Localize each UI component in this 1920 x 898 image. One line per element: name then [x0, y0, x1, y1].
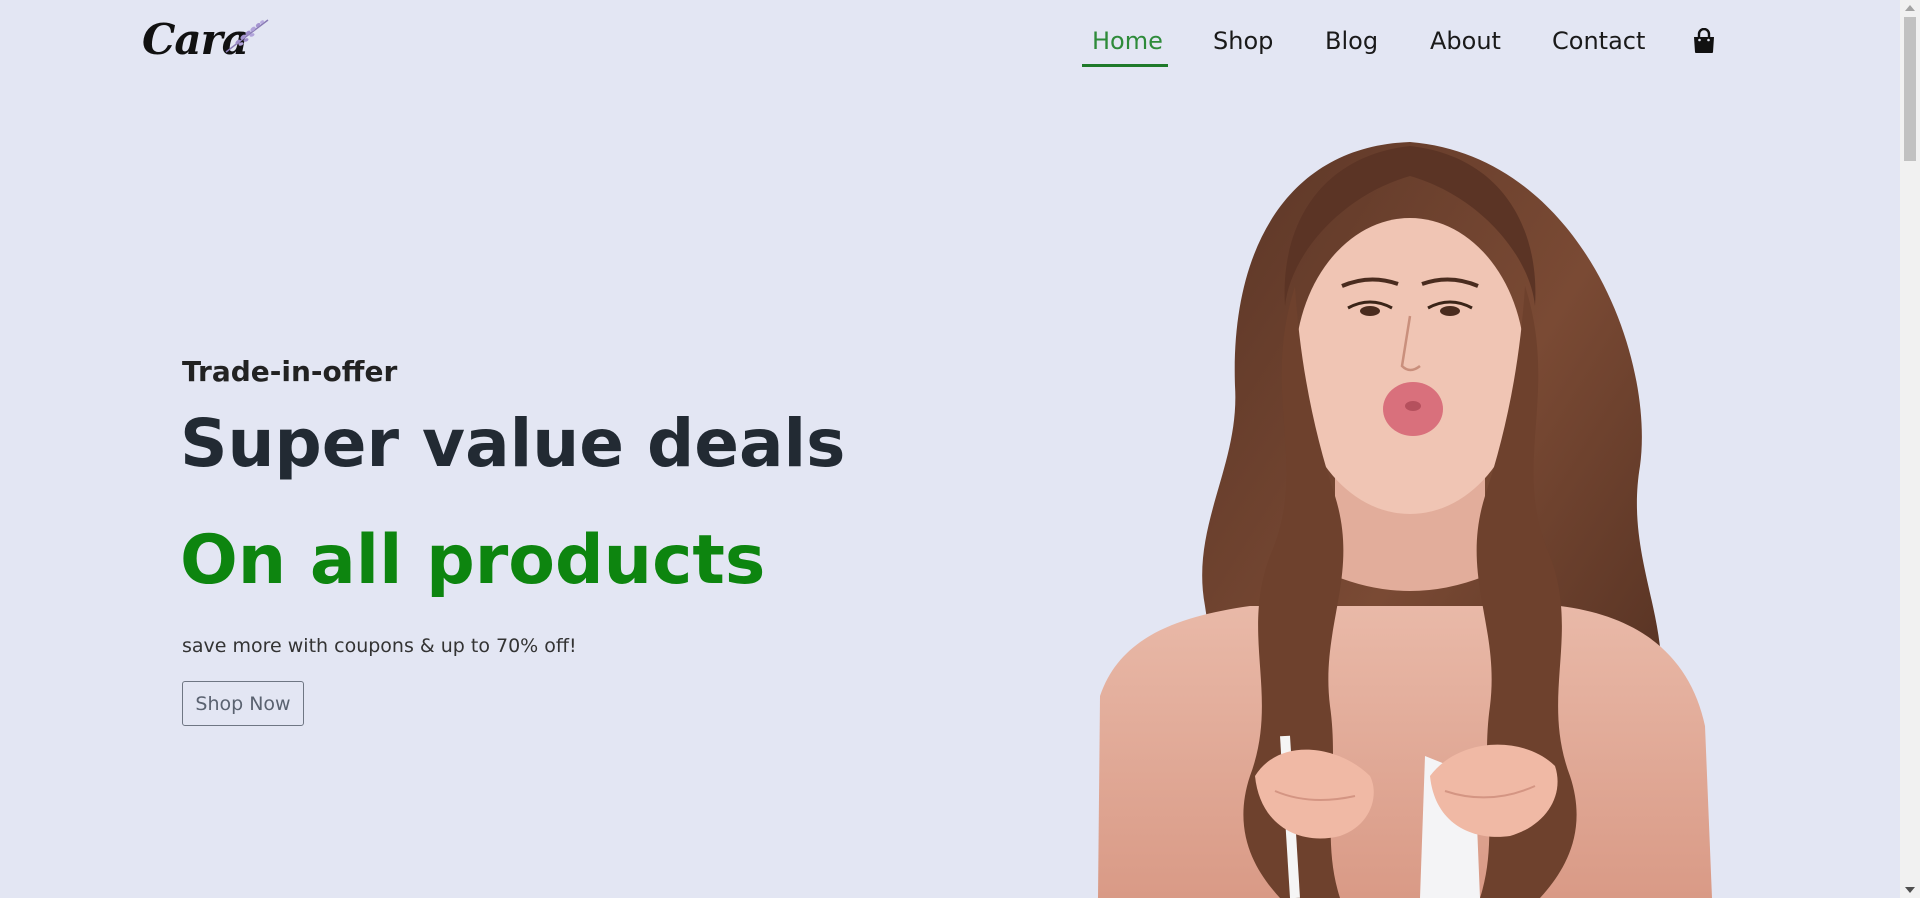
- lavender-sprig-icon: [225, 19, 269, 53]
- nav-item-home[interactable]: Home: [1092, 24, 1163, 58]
- active-nav-underline: [1082, 64, 1168, 67]
- hero-subtitle: On all products: [180, 521, 766, 600]
- hero-title: Super value deals: [180, 405, 846, 482]
- vertical-scrollbar[interactable]: [1900, 0, 1920, 898]
- hero-model-image: [1098, 142, 1712, 898]
- scrollbar-thumb[interactable]: [1904, 17, 1916, 161]
- hero-kicker: Trade-in-offer: [182, 355, 398, 388]
- nav-item-shop[interactable]: Shop: [1213, 24, 1273, 58]
- site-header: Cara Home Shop Blog About Contact: [0, 0, 1920, 80]
- landing-page: Cara Home Shop Blog About Contact Trade-…: [0, 0, 1920, 898]
- nav-item-contact[interactable]: Contact: [1552, 24, 1645, 58]
- scroll-down-icon[interactable]: [1905, 887, 1915, 893]
- shopping-bag-icon[interactable]: [1692, 28, 1716, 54]
- nav-item-about[interactable]: About: [1430, 24, 1501, 58]
- shop-now-button[interactable]: Shop Now: [182, 681, 304, 726]
- brand-logo[interactable]: Cara: [142, 14, 270, 70]
- hero-copy: save more with coupons & up to 70% off!: [182, 635, 577, 657]
- scroll-up-icon[interactable]: [1905, 5, 1915, 11]
- nav-item-blog[interactable]: Blog: [1325, 24, 1378, 58]
